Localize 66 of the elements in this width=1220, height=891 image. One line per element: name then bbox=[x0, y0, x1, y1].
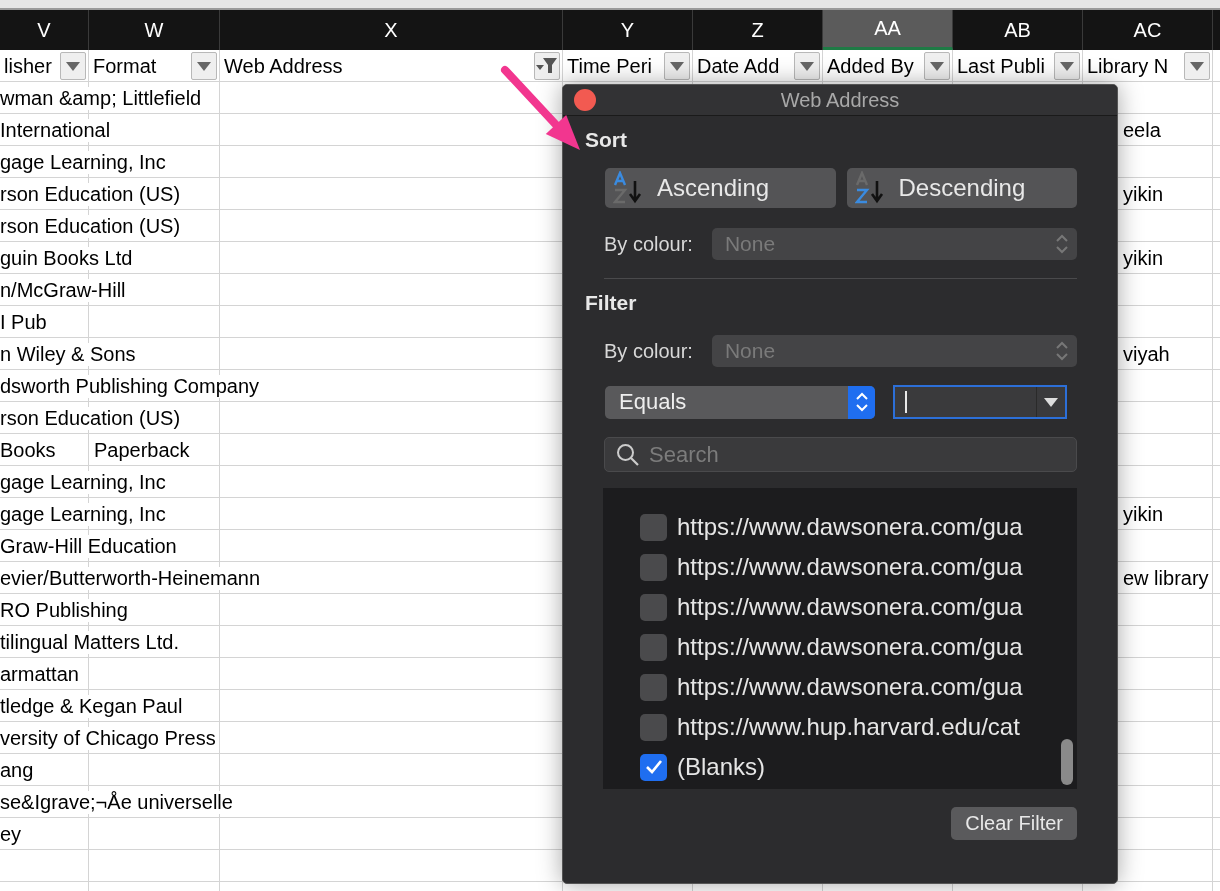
search-field[interactable]: Search bbox=[604, 437, 1077, 472]
column-header: Library N bbox=[1087, 54, 1170, 78]
value-list-item[interactable]: https://www.dawsonera.com/gua bbox=[640, 627, 1077, 667]
filter-dropdown-button[interactable] bbox=[191, 52, 217, 80]
filter-dropdown-button[interactable] bbox=[534, 52, 560, 80]
column-header: Web Address bbox=[224, 54, 344, 78]
by-colour-label: By colour: bbox=[604, 339, 693, 363]
check-icon bbox=[644, 759, 663, 775]
table-cell-text: yikin bbox=[1122, 246, 1163, 270]
column-header: Date Add bbox=[697, 54, 781, 78]
checkbox[interactable] bbox=[640, 513, 667, 541]
value-list-item[interactable]: https://www.dawsonera.com/gua bbox=[640, 587, 1077, 627]
scrollbar-thumb[interactable] bbox=[1061, 739, 1073, 785]
column-header: Added By bbox=[827, 54, 915, 78]
up-down-arrows-icon bbox=[1055, 233, 1069, 255]
table-cell: gage Learning, Inc bbox=[0, 470, 169, 494]
value-list-item[interactable]: https://www.dawsonera.com/gua bbox=[640, 507, 1077, 547]
table-cell-text: yikin bbox=[1122, 182, 1163, 206]
dropdown-arrow-icon bbox=[66, 61, 80, 71]
dropdown-arrow-icon bbox=[1044, 397, 1058, 407]
table-cell-text: ew library bbox=[1122, 566, 1209, 590]
dropdown-arrow-icon bbox=[197, 61, 211, 71]
column-header: lisher bbox=[4, 54, 53, 78]
sort-button[interactable]: Ascending bbox=[605, 168, 836, 208]
condition-select[interactable]: Equals bbox=[605, 385, 875, 419]
dropdown-arrow-icon bbox=[670, 61, 684, 71]
table-cell-text: yikin bbox=[1122, 502, 1163, 526]
value-list-item[interactable]: https://www.dawsonera.com/gua bbox=[640, 667, 1077, 707]
value-list-item[interactable]: https://www.hup.harvard.edu/cat bbox=[640, 707, 1077, 747]
dropdown-arrow-icon bbox=[1190, 61, 1204, 71]
criteria-field[interactable] bbox=[893, 385, 1067, 419]
column-letter[interactable]: AA bbox=[823, 10, 953, 50]
filter-dropdown-button[interactable] bbox=[1184, 52, 1210, 80]
filter-icon bbox=[536, 57, 558, 75]
filter-dropdown-button[interactable] bbox=[664, 52, 690, 80]
close-button[interactable] bbox=[574, 89, 596, 111]
checkbox[interactable] bbox=[640, 713, 667, 741]
table-cell-text: eela bbox=[1122, 118, 1161, 142]
sort-button[interactable]: Descending bbox=[846, 168, 1077, 208]
clear-filter-button[interactable]: Clear Filter bbox=[951, 807, 1077, 840]
value-list-item[interactable]: https://www.dawsonera.com/gua bbox=[640, 547, 1077, 587]
dropdown-arrow-icon bbox=[1060, 61, 1074, 71]
by-colour-label: By colour: bbox=[604, 232, 693, 256]
filter-dropdown-button[interactable] bbox=[60, 52, 86, 80]
column-header: Format bbox=[93, 54, 158, 78]
checkbox[interactable] bbox=[640, 633, 667, 661]
dropdown-arrow-icon bbox=[800, 61, 814, 71]
checkbox[interactable] bbox=[640, 673, 667, 701]
dropdown-arrow-icon bbox=[930, 61, 944, 71]
popup-title: Web Address bbox=[780, 88, 900, 112]
column-header: Last Publi bbox=[957, 54, 1046, 78]
filter-dropdown-button[interactable] bbox=[924, 52, 950, 80]
section-heading: Sort bbox=[585, 128, 628, 152]
up-down-arrows-icon bbox=[1055, 340, 1069, 362]
filter-dropdown-button[interactable] bbox=[794, 52, 820, 80]
column-header: Time Peri bbox=[567, 54, 653, 78]
up-down-arrows-icon bbox=[854, 391, 869, 413]
section-heading: Filter bbox=[585, 291, 638, 315]
checkbox[interactable] bbox=[640, 753, 667, 781]
checkbox[interactable] bbox=[640, 553, 667, 581]
filter-dropdown-button[interactable] bbox=[1054, 52, 1080, 80]
table-cell-text: viyah bbox=[1122, 342, 1170, 366]
search-icon bbox=[616, 443, 640, 467]
table-cell: gage Learning, Inc bbox=[0, 502, 169, 526]
table-cell: gage Learning, Inc bbox=[0, 150, 169, 174]
checkbox[interactable] bbox=[640, 593, 667, 621]
